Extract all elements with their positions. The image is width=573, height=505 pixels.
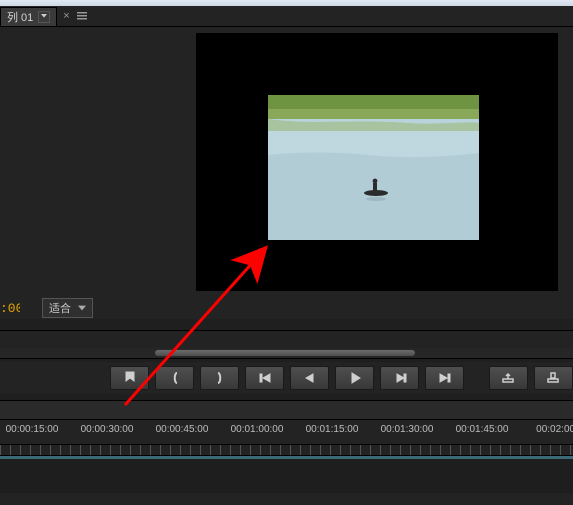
go-to-out-button[interactable] <box>425 366 464 390</box>
panel-menu-button[interactable] <box>74 8 90 24</box>
chevron-down-icon <box>77 304 86 313</box>
sequence-tab-label: 列 01 <box>7 9 33 25</box>
zoom-fit-dropdown[interactable]: 适合 <box>42 298 93 318</box>
panel-tabbar: 列 01 × <box>0 6 573 27</box>
program-monitor: :00 适合 <box>0 27 573 319</box>
timeline-tick-label: 00:00:45:00 <box>156 424 209 435</box>
tab-close-icon[interactable] <box>38 11 50 23</box>
step-back-button[interactable] <box>290 366 329 390</box>
timeline-tick-label: 00:01:00:00 <box>231 424 284 435</box>
sequence-tab[interactable]: 列 01 <box>0 7 57 26</box>
current-timecode[interactable]: :00 <box>0 301 20 316</box>
set-out-button[interactable] <box>200 366 239 390</box>
marker-button[interactable] <box>110 366 149 390</box>
zoom-fit-label: 适合 <box>49 300 71 316</box>
transport-controls <box>0 362 573 394</box>
monitor-scrollbar-track[interactable] <box>0 348 573 359</box>
timeline-tick-label: 00:01:15:00 <box>306 424 359 435</box>
timeline-track-area[interactable] <box>0 456 573 493</box>
monitor-mini-ruler[interactable] <box>0 330 573 350</box>
timeline-header-strip <box>0 401 573 420</box>
timeline-tick-label: 00:01:30:00 <box>381 424 434 435</box>
set-in-button[interactable] <box>155 366 194 390</box>
play-button[interactable] <box>335 366 374 390</box>
go-to-in-button[interactable] <box>245 366 284 390</box>
extract-button[interactable] <box>534 366 573 390</box>
step-forward-button[interactable] <box>380 366 419 390</box>
monitor-controls-row: :00 适合 <box>0 297 573 319</box>
monitor-scrollbar-thumb[interactable] <box>155 350 415 356</box>
timeline-tick-label: 00:02:00: <box>536 424 573 435</box>
timeline-tick-label: 00:01:45:00 <box>456 424 509 435</box>
timeline-tick-label: 00:00:30:00 <box>81 424 134 435</box>
lift-button[interactable] <box>489 366 528 390</box>
timeline-panel: 00:00:15:00 00:00:30:00 00:00:45:00 00:01:0… <box>0 400 573 505</box>
tab-close-x-icon[interactable]: × <box>63 10 69 22</box>
video-canvas[interactable] <box>196 33 558 291</box>
timeline-ruler[interactable]: 00:00:15:00 00:00:30:00 00:00:45:00 00:01:0… <box>0 420 573 445</box>
timeline-ticks <box>0 445 573 456</box>
timeline-tick-label: 00:00:15:00 <box>6 424 59 435</box>
video-thumbnail <box>268 95 479 240</box>
